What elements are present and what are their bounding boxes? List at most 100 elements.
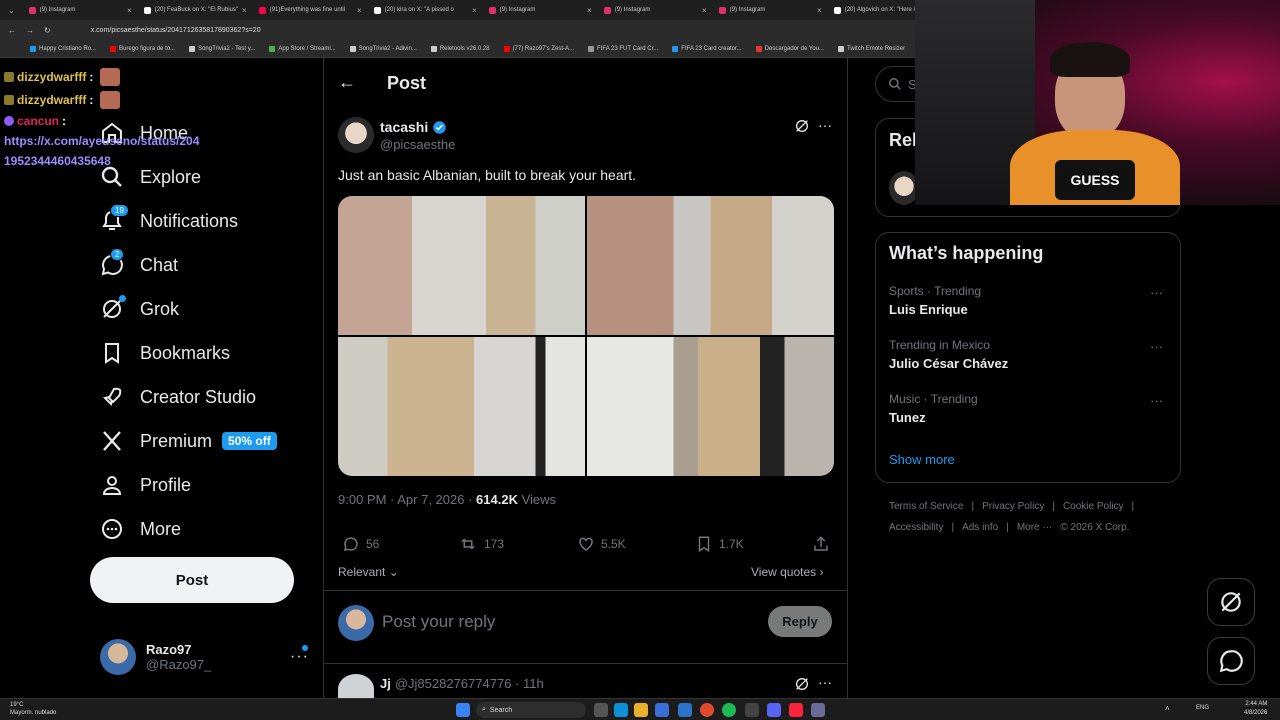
author-handle[interactable]: @picsaesthe xyxy=(380,137,455,152)
app-icon[interactable] xyxy=(811,703,825,717)
bookmark-item[interactable]: Burego figura de to... xyxy=(110,46,175,52)
cookie-link[interactable]: Cookie Policy xyxy=(1063,501,1124,512)
nav-grok[interactable]: Grok xyxy=(100,295,179,323)
bookmark-item[interactable]: SongTrivia2 - Test y... xyxy=(189,46,255,52)
tab-list-icon[interactable]: ⌄ xyxy=(0,6,23,15)
trend-more-icon[interactable]: ··· xyxy=(1150,393,1163,408)
browser-tab[interactable]: (9) Instagram × xyxy=(713,0,828,20)
author-name-row[interactable]: tacashi xyxy=(380,119,447,135)
tab-close-icon[interactable]: × xyxy=(587,6,592,15)
grok-icon[interactable] xyxy=(794,676,810,692)
bookmark-item[interactable]: Happy Cristiano Ro... xyxy=(30,46,96,52)
tab-close-icon[interactable]: × xyxy=(817,6,822,15)
discord-icon[interactable] xyxy=(767,703,781,717)
tab-close-icon[interactable]: × xyxy=(702,6,707,15)
reload-icon[interactable]: ↻ xyxy=(44,26,51,35)
forward-icon[interactable]: → xyxy=(26,26,34,35)
show-more-link[interactable]: Show more xyxy=(889,452,955,467)
page-title: Post xyxy=(387,73,427,93)
bookmark-label: SongTrivia2 - Test y... xyxy=(198,46,256,52)
reply-button[interactable]: Reply xyxy=(768,606,832,637)
chat-link[interactable]: https://x.com/ayeuseno/status/204 195234… xyxy=(4,131,199,171)
bookmark-item[interactable]: (77) Razo97's Zest-A... xyxy=(503,46,574,52)
spotify-icon[interactable] xyxy=(722,703,736,717)
repost-action[interactable]: 173 xyxy=(458,535,504,553)
nav-more[interactable]: More xyxy=(100,515,181,543)
trend-more-icon[interactable]: ··· xyxy=(1150,339,1163,354)
trend-more-icon[interactable]: ··· xyxy=(1150,285,1163,300)
bookmark-item[interactable]: App Store / Streami... xyxy=(269,46,336,52)
share-icon[interactable] xyxy=(812,535,830,553)
browser-tab[interactable]: (9) Instagram × xyxy=(598,0,713,20)
terms-link[interactable]: Terms of Service xyxy=(889,501,963,512)
nav-chat[interactable]: 2 Chat xyxy=(100,248,178,279)
post-image-1[interactable] xyxy=(338,196,585,335)
browser-tab[interactable]: (9) Instagram × xyxy=(23,0,138,20)
browser-tab[interactable]: (9) Instagram × xyxy=(483,0,598,20)
reply-input[interactable]: Post your reply xyxy=(382,612,495,632)
chrome-icon[interactable] xyxy=(700,703,714,717)
bookmark-item[interactable]: Descargador de You... xyxy=(755,46,824,52)
music-icon[interactable] xyxy=(789,703,803,717)
messages-floating-button[interactable] xyxy=(1207,637,1255,685)
nav-bookmarks[interactable]: Bookmarks xyxy=(100,339,230,367)
taskbar-search[interactable]: ⌕ Search xyxy=(476,702,586,718)
clock[interactable]: 2:44 AM 4/8/2026 xyxy=(1244,700,1267,718)
post-image-4[interactable] xyxy=(587,337,834,476)
tab-close-icon[interactable]: × xyxy=(242,6,247,15)
browser-tab[interactable]: (20) kira on X: "A pissed o × xyxy=(368,0,483,20)
post-image-2[interactable] xyxy=(587,196,834,335)
accessibility-link[interactable]: Accessibility xyxy=(889,522,943,533)
tab-close-icon[interactable]: × xyxy=(472,6,477,15)
trend-item[interactable]: Sports · Trending Luis Enrique xyxy=(889,284,981,317)
grok-floating-button[interactable] xyxy=(1207,578,1255,626)
post-button[interactable]: Post xyxy=(90,557,294,603)
file-explorer-icon[interactable] xyxy=(634,703,648,717)
tab-close-icon[interactable]: × xyxy=(127,6,132,15)
weather-widget[interactable]: 19°C Mayorm. nublado xyxy=(10,701,56,717)
app-icon[interactable] xyxy=(745,703,759,717)
reply-action[interactable]: 56 xyxy=(342,535,379,553)
bookmark-item[interactable]: Twitch Emote Resizer xyxy=(838,46,905,52)
back-arrow-icon[interactable]: ← xyxy=(338,72,356,93)
footer-more-link[interactable]: More ··· xyxy=(1017,522,1053,533)
nav-notifications[interactable]: 19 Notifications xyxy=(100,204,238,235)
mail-icon[interactable] xyxy=(678,703,692,717)
task-view-icon[interactable] xyxy=(594,703,608,717)
browser-tab[interactable]: (20) FeaBuck on X: "El Rubius" × xyxy=(138,0,253,20)
bookmark-item[interactable]: FIFA 23 FUT Card Cr... xyxy=(588,46,658,52)
tab-close-icon[interactable]: × xyxy=(357,6,362,15)
tray-chevron-icon[interactable]: ˄ xyxy=(1165,704,1170,713)
sort-replies-dropdown[interactable]: Relevant ⌄ xyxy=(338,565,399,579)
start-icon[interactable] xyxy=(456,703,470,717)
account-switcher[interactable]: Razo97 @Razo97_ xyxy=(100,639,211,675)
back-icon[interactable]: ← xyxy=(8,26,16,35)
trend-item[interactable]: Music · Trending Tunez xyxy=(889,392,978,425)
edge-icon[interactable] xyxy=(614,703,628,717)
like-action[interactable]: 5.5K xyxy=(577,535,626,553)
tab-title: (9) Instagram xyxy=(614,7,651,13)
ads-info-link[interactable]: Ads info xyxy=(962,522,998,533)
language-indicator[interactable]: ENG xyxy=(1196,705,1209,711)
bookmark-item[interactable]: FIFA 23 Card creator... xyxy=(672,46,742,52)
url-field[interactable]: x.com/picsaesthe/status/2041712635817890… xyxy=(91,27,261,34)
privacy-link[interactable]: Privacy Policy xyxy=(982,501,1044,512)
next-reply-name[interactable]: Jj xyxy=(380,676,391,691)
post-more-icon[interactable]: ··· xyxy=(818,117,832,133)
post-image-3[interactable] xyxy=(338,337,585,476)
bookmark-action[interactable]: 1.7K xyxy=(695,535,744,553)
post-timestamp[interactable]: 9:00 PM · Apr 7, 2026 · xyxy=(338,492,476,507)
nav-creator-studio[interactable]: Creator Studio xyxy=(100,383,256,411)
author-avatar[interactable] xyxy=(338,117,374,153)
bookmark-item[interactable]: SongTrivia2 - Adivin... xyxy=(349,46,417,52)
store-icon[interactable] xyxy=(655,703,669,717)
grok-icon[interactable] xyxy=(794,118,810,134)
nav-profile[interactable]: Profile xyxy=(100,471,191,499)
view-quotes-link[interactable]: View quotes › xyxy=(751,565,824,579)
browser-tab[interactable]: (91)Everything was fine until × xyxy=(253,0,368,20)
trend-item[interactable]: Trending in Mexico Julio César Chávez xyxy=(889,338,1008,371)
divider xyxy=(323,663,848,664)
bookmark-item[interactable]: Reletools v26.0.28 xyxy=(430,46,490,52)
nav-premium[interactable]: Premium 50% off xyxy=(100,427,277,455)
next-reply-more-icon[interactable]: ··· xyxy=(818,674,832,690)
